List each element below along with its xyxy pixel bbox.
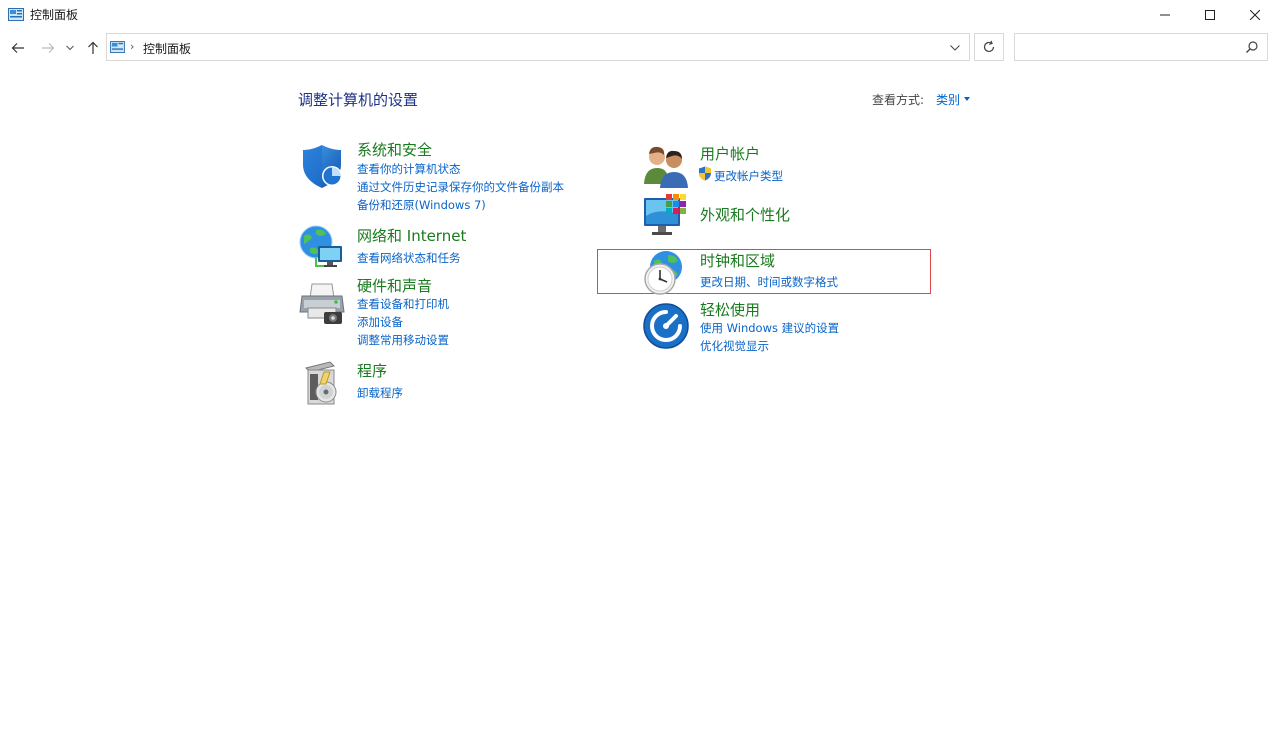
address-bar[interactable] bbox=[106, 33, 970, 61]
category-clock-region[interactable]: 时钟和区域 bbox=[700, 250, 775, 271]
link-mobility-settings[interactable]: 调整常用移动设置 bbox=[357, 332, 449, 348]
maximize-button[interactable] bbox=[1187, 0, 1233, 30]
link-recommended-settings[interactable]: 使用 Windows 建议的设置 bbox=[700, 320, 839, 336]
window-title: 控制面板 bbox=[30, 8, 79, 22]
minimize-button[interactable] bbox=[1142, 0, 1188, 30]
page-title: 调整计算机的设置 bbox=[298, 91, 419, 109]
control-panel-icon bbox=[8, 8, 24, 21]
minimize-icon bbox=[1160, 14, 1170, 16]
chevron-down-icon bbox=[950, 45, 960, 51]
caret-down-icon[interactable] bbox=[964, 97, 970, 101]
link-devices-printers[interactable]: 查看设备和打印机 bbox=[357, 296, 449, 312]
link-backup-restore[interactable]: 备份和还原(Windows 7) bbox=[357, 197, 486, 213]
chevron-down-icon bbox=[66, 45, 74, 51]
category-ease-of-access[interactable]: 轻松使用 bbox=[700, 299, 760, 320]
search-icon[interactable] bbox=[1245, 40, 1259, 54]
category-appearance-personalization[interactable]: 外观和个性化 bbox=[700, 204, 790, 225]
search-input[interactable] bbox=[1021, 34, 1245, 60]
users-icon[interactable] bbox=[642, 142, 690, 190]
close-icon bbox=[1250, 10, 1260, 20]
link-add-device[interactable]: 添加设备 bbox=[357, 314, 403, 330]
network-globe-icon[interactable] bbox=[298, 222, 346, 270]
recent-locations-button[interactable] bbox=[63, 38, 77, 58]
view-by-label: 查看方式: bbox=[872, 93, 925, 107]
link-change-date-time-format[interactable]: 更改日期、时间或数字格式 bbox=[700, 274, 838, 290]
category-hardware-sound[interactable]: 硬件和声音 bbox=[357, 275, 432, 296]
address-dropdown-button[interactable] bbox=[945, 38, 965, 58]
maximize-icon bbox=[1205, 10, 1215, 20]
arrow-up-icon bbox=[88, 41, 98, 54]
title-bar bbox=[0, 0, 1280, 30]
link-network-status-tasks[interactable]: 查看网络状态和任务 bbox=[357, 250, 461, 266]
back-button[interactable] bbox=[8, 38, 28, 58]
arrow-left-icon bbox=[11, 43, 24, 53]
chevron-right-icon: › bbox=[130, 40, 135, 53]
ease-of-access-icon[interactable] bbox=[642, 302, 690, 350]
category-programs[interactable]: 程序 bbox=[357, 360, 387, 381]
search-field[interactable] bbox=[1014, 33, 1268, 61]
refresh-icon bbox=[983, 40, 995, 53]
breadcrumb-item[interactable]: 控制面板 bbox=[143, 40, 191, 57]
control-panel-icon bbox=[110, 41, 125, 53]
link-uninstall-program[interactable]: 卸载程序 bbox=[357, 385, 403, 401]
clock-globe-icon[interactable] bbox=[640, 249, 688, 297]
link-view-computer-status[interactable]: 查看你的计算机状态 bbox=[357, 161, 461, 177]
arrow-right-icon bbox=[42, 43, 55, 53]
category-network-internet[interactable]: 网络和 Internet bbox=[357, 225, 466, 246]
link-file-history-backup[interactable]: 通过文件历史记录保存你的文件备份副本 bbox=[357, 179, 564, 195]
shield-icon[interactable] bbox=[298, 142, 346, 190]
category-user-accounts[interactable]: 用户帐户 bbox=[700, 143, 760, 164]
view-by-dropdown[interactable]: 类别 bbox=[936, 91, 960, 108]
link-optimize-visual-display[interactable]: 优化视觉显示 bbox=[700, 338, 769, 354]
monitor-palette-icon[interactable] bbox=[642, 192, 690, 240]
printer-icon[interactable] bbox=[298, 278, 346, 326]
refresh-button[interactable] bbox=[974, 33, 1004, 61]
forward-button[interactable] bbox=[38, 38, 58, 58]
category-system-security[interactable]: 系统和安全 bbox=[357, 139, 432, 160]
programs-disc-icon[interactable] bbox=[300, 360, 348, 408]
up-button[interactable] bbox=[83, 38, 103, 58]
close-button[interactable] bbox=[1232, 0, 1278, 30]
link-change-account-type[interactable]: 更改帐户类型 bbox=[714, 168, 783, 184]
uac-shield-icon bbox=[699, 166, 711, 181]
